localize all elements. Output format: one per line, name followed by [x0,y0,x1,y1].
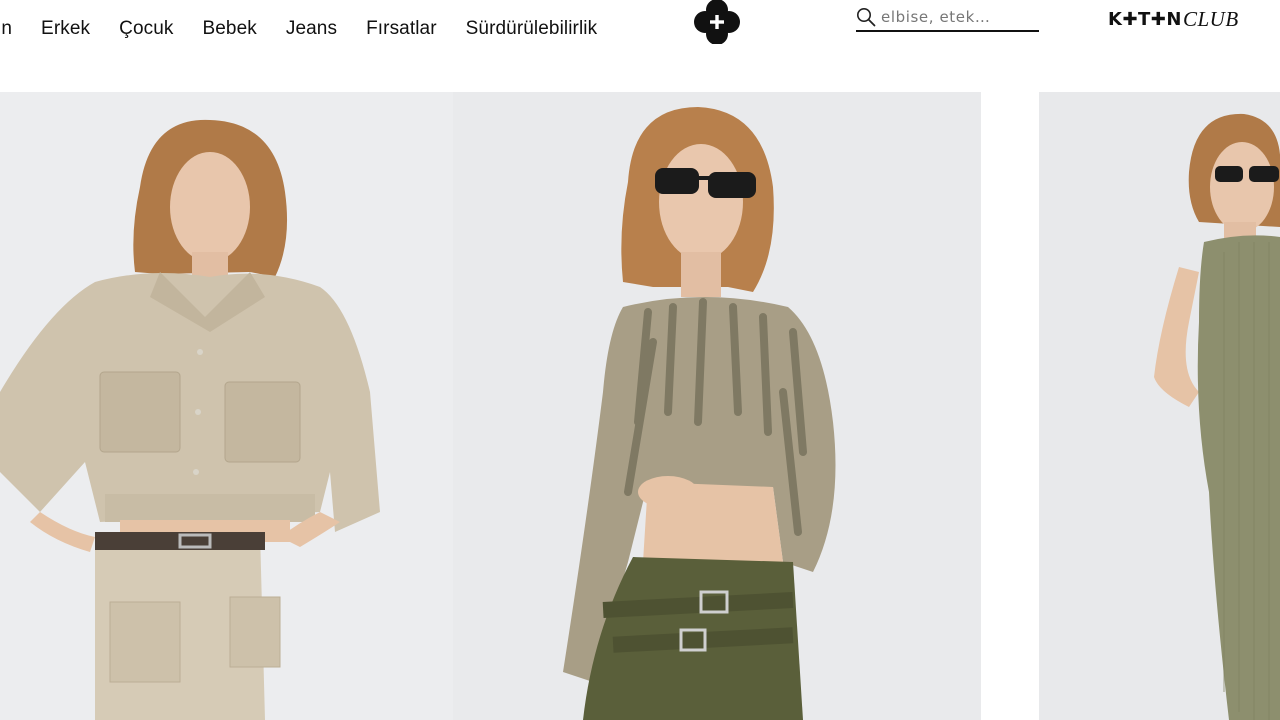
nav-item-baby[interactable]: Bebek [202,18,256,40]
nav-item-kids[interactable]: Çocuk [119,18,173,40]
site-header: ın Erkek Çocuk Bebek Jeans Fırsatlar Sür… [0,0,1280,92]
search-icon[interactable] [856,7,876,27]
product-image-mesh-top [453,92,981,720]
main-nav: ın Erkek Çocuk Bebek Jeans Fırsatlar Sür… [0,14,626,44]
nav-item-sustainability[interactable]: Sürdürülebilirlik [466,18,598,40]
koton-club-logo[interactable]: K✚T✚N CLUB [1108,6,1239,31]
nav-item-jeans[interactable]: Jeans [286,18,337,40]
page: ın Erkek Çocuk Bebek Jeans Fırsatlar Sür… [0,0,1280,720]
nav-item-women[interactable]: ın [0,18,12,40]
search-box[interactable] [856,4,1039,32]
search-input[interactable] [881,8,1031,26]
koton-flower-icon[interactable] [694,0,740,45]
product-card-knit-dress[interactable] [1039,92,1280,720]
club-logo-club: CLUB [1182,6,1239,31]
nav-item-men[interactable]: Erkek [41,18,90,40]
product-image-cargo-jacket-set [0,92,453,720]
product-card-cargo-jacket-set[interactable] [0,92,453,720]
product-card-mesh-top[interactable] [453,92,981,720]
club-logo-koton: K✚T✚N [1108,8,1182,30]
nav-item-deals[interactable]: Fırsatlar [366,18,437,40]
product-image-knit-dress [1039,92,1280,720]
